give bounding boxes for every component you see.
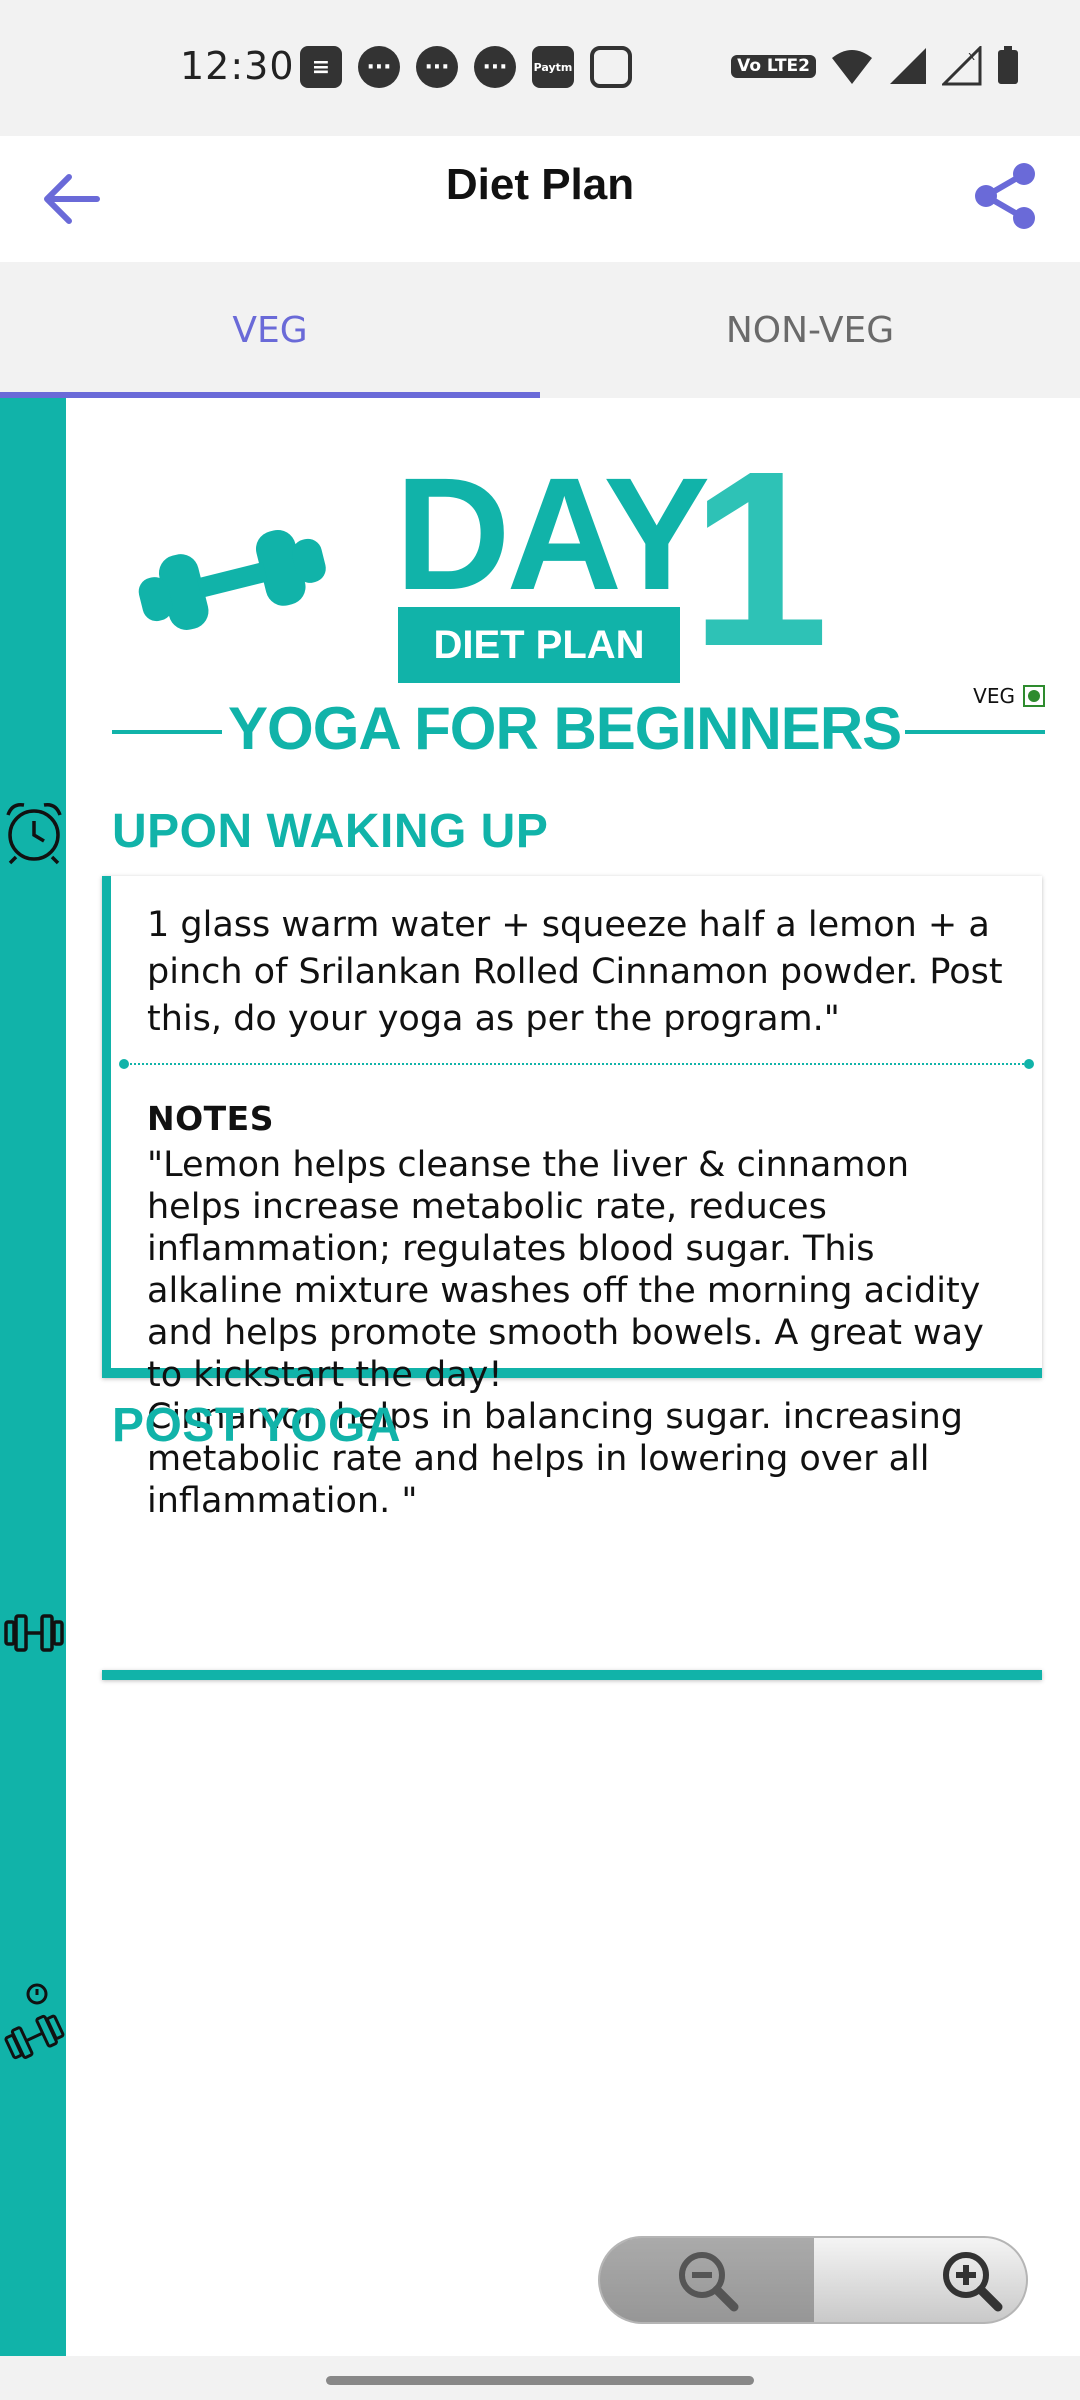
dumbbell-icon <box>138 529 326 630</box>
volte-icon: Vo LTE2 <box>731 54 816 78</box>
tab-non-veg[interactable]: NON-VEG <box>540 262 1080 398</box>
chat-bubble-icon: ··· <box>358 46 400 88</box>
signal-x-icon: x <box>942 46 982 86</box>
veg-symbol-icon <box>1023 685 1045 707</box>
system-nav-bar <box>0 2356 1080 2400</box>
gesture-handle[interactable] <box>326 2376 754 2385</box>
veg-badge-label: VEG <box>973 684 1015 708</box>
diet-plan-chip: DIET PLAN <box>398 607 680 683</box>
zoom-in-icon <box>943 2252 1003 2312</box>
program-title: YOGA FOR BEGINNERS <box>228 695 902 762</box>
diet-tabs: VEG NON-VEG <box>0 262 1080 398</box>
share-icon <box>975 163 1035 229</box>
share-button[interactable] <box>966 156 1046 236</box>
paytm-icon: Paytm <box>532 46 574 88</box>
day-number: 1 <box>690 419 830 698</box>
zoom-control <box>598 2236 1028 2324</box>
svg-text:x: x <box>968 49 975 63</box>
chat-bubble-icon: ··· <box>416 46 458 88</box>
tab-veg[interactable]: VEG <box>0 262 540 398</box>
system-icons: Vo LTE2 x <box>731 46 1020 86</box>
zoom-out-button[interactable] <box>600 2238 814 2322</box>
zoom-out-icon <box>679 2252 739 2312</box>
section-title-post-yoga: POST YOGA <box>112 1399 402 1452</box>
wifi-icon <box>832 50 872 84</box>
program-title-rule-left <box>112 730 222 734</box>
page-title: Diet Plan <box>445 160 635 209</box>
meal-text: 1 glass warm water + squeeze half a lemo… <box>147 905 1003 1039</box>
day-banner: DAY 1 DIET PLAN <box>110 434 1050 694</box>
program-title-rule-right <box>905 730 1045 734</box>
notes-text: "Lemon helps cleanse the liver & cinnamo… <box>147 1145 984 1521</box>
instagram-icon <box>590 46 632 88</box>
day-word: DAY <box>395 444 710 623</box>
chat-bubble-icon: ··· <box>474 46 516 88</box>
battery-icon <box>998 46 1018 84</box>
meal-card-post-yoga-placeholder <box>102 1670 1042 1680</box>
program-title-row: YOGA FOR BEGINNERS VEG <box>110 684 1045 764</box>
status-time: 12:30 <box>180 44 295 88</box>
dumbbell-icon <box>0 1598 68 1666</box>
app-bar: Diet Plan <box>0 136 1080 262</box>
stopwatch-dumbbell-icon <box>0 1978 68 2068</box>
alarm-clock-icon <box>0 798 68 866</box>
news-icon: ≡ <box>300 46 342 88</box>
signal-icon <box>890 48 926 84</box>
notes-label: NOTES <box>147 1099 274 1138</box>
card-divider <box>119 1059 1034 1069</box>
meal-card-waking: 1 glass warm water + squeeze half a lemo… <box>102 876 1042 1521</box>
section-title-waking: UPON WAKING UP <box>112 805 549 858</box>
veg-badge: VEG <box>973 684 1045 708</box>
diet-plan-content[interactable]: DAY 1 DIET PLAN YOGA FOR BEGINNERS VEG U… <box>0 398 1080 2356</box>
notification-icons: ≡ ··· ··· ··· Paytm <box>300 46 632 88</box>
status-bar: 12:30 ≡ ··· ··· ··· Paytm Vo LTE2 x <box>0 0 1080 136</box>
zoom-in-button[interactable] <box>814 2238 1026 2322</box>
